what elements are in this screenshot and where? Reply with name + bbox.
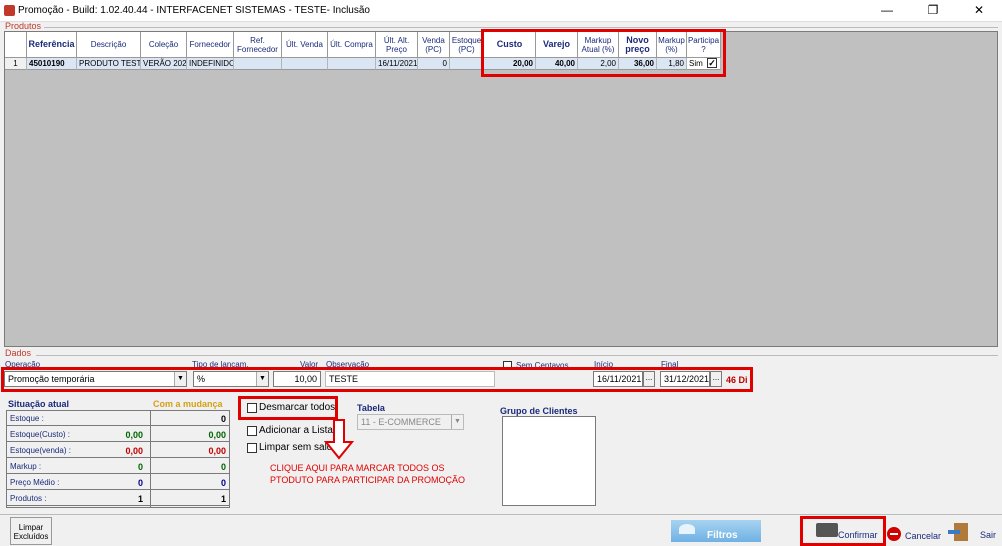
limpar-excluidos-button[interactable]: Limpar Excluídos [10, 517, 52, 545]
app-icon [4, 5, 15, 16]
produtos-group-line [44, 27, 998, 28]
situacao-mudanca-value: 1 [220, 494, 226, 504]
highlight-price-columns [481, 29, 726, 77]
header-rownum [5, 32, 27, 58]
minimize-button[interactable]: — [864, 0, 910, 22]
situacao-row: Markup : 0 0 [7, 459, 229, 474]
adicionar-lista-checkbox[interactable] [247, 426, 257, 436]
situacao-row-label: Preço Médio : [10, 478, 60, 487]
situacao-row-label: Produtos : [10, 494, 47, 503]
sair-button[interactable]: Sair [946, 521, 1002, 542]
chevron-down-icon[interactable]: ▼ [451, 415, 463, 429]
situacao-row-label: Markup : [10, 462, 42, 471]
header-colecao[interactable]: Coleção [141, 32, 187, 58]
situacao-mudanca-value: 0 [220, 478, 226, 488]
situacao-row: Preço Médio : 0 0 [7, 475, 229, 490]
header-ult-compra[interactable]: Últ. Compra [328, 32, 376, 58]
situacao-row: Estoque : 0 [7, 411, 229, 426]
header-ult-alt-preco[interactable]: Últ. Alt. Preço [376, 32, 418, 58]
highlight-dados-row [1, 367, 753, 392]
cancelar-button[interactable]: Cancelar [885, 523, 945, 542]
situacao-mudanca-value: 0,00 [208, 430, 226, 440]
highlight-desmarcar [238, 396, 338, 420]
cell-fornecedor[interactable]: INDEFINIDO [187, 58, 234, 70]
title-bar: Promoção - Build: 1.02.40.44 - INTERFACE… [0, 0, 1002, 22]
maximize-button[interactable]: ❐ [910, 0, 956, 22]
dados-group-label: Dados [5, 348, 32, 358]
situacao-atual-value: 0 [137, 478, 143, 488]
cell-ref-fornecedor[interactable] [234, 58, 282, 70]
header-fornecedor[interactable]: Fornecedor [187, 32, 234, 58]
cell-referencia[interactable]: 45010190 [27, 58, 77, 70]
annotation-arrow-icon [324, 419, 354, 460]
cell-descricao[interactable]: PRODUTO TESTE [77, 58, 141, 70]
situacao-row: Produtos : 1 1 [7, 491, 229, 506]
header-ult-venda[interactable]: Últ. Venda [282, 32, 328, 58]
situacao-panel: Estoque :0 Estoque(Custo) :0,00 0,00 Estoqu… [6, 410, 230, 508]
grupo-clientes-label: Grupo de Clientes [500, 406, 578, 416]
window-title: Promoção - Build: 1.02.40.44 - INTERFACE… [18, 5, 370, 16]
situacao-row: Estoque(venda) : 0,00 0,00 [7, 443, 229, 458]
sair-label: Sair [980, 530, 997, 540]
com-mudanca-label: Com a mudança [153, 399, 223, 409]
cell-venda-pc[interactable]: 0 [418, 58, 450, 70]
tabela-value: 11 - E-COMMERCE [361, 417, 441, 427]
situacao-atual-label: Situação atual [8, 399, 70, 409]
cell-colecao[interactable]: VERÃO 2021|C [141, 58, 187, 70]
cell-estoque-pc[interactable] [450, 58, 484, 70]
situacao-atual-value: 0,00 [125, 446, 143, 456]
header-venda-pc[interactable]: Venda (PC) [418, 32, 450, 58]
situacao-atual-value: 1 [137, 494, 143, 504]
filtros-label: Filtros [707, 530, 738, 541]
limpar-sem-saldo-checkbox[interactable] [247, 443, 257, 453]
cell-ult-venda[interactable] [282, 58, 328, 70]
situacao-mudanca-value: 0 [220, 462, 226, 472]
situacao-row: Estoque(Custo) : 0,00 0,00 [7, 427, 229, 442]
dados-group-line [36, 355, 998, 356]
cancelar-label: Cancelar [905, 531, 942, 541]
situacao-row-label: Estoque : [10, 414, 44, 423]
header-referencia[interactable]: Referência [27, 32, 77, 58]
situacao-mudanca-value: 0 [220, 414, 226, 424]
situacao-row-label: Estoque(venda) : [10, 446, 71, 455]
exit-arrow-icon [948, 530, 960, 534]
close-button[interactable]: ✕ [956, 0, 1002, 22]
situacao-row-label: Estoque(Custo) : [10, 430, 71, 439]
grupo-clientes-list[interactable] [502, 416, 596, 506]
adicionar-lista-label[interactable]: Adicionar a Lista [259, 425, 333, 436]
products-grid[interactable]: Referência Descrição Coleção Fornecedor … [4, 31, 998, 347]
cancel-icon-bar [890, 533, 898, 535]
tabela-select[interactable]: 11 - E-COMMERCE ▼ [357, 414, 464, 430]
situacao-atual-value: 0,00 [125, 430, 143, 440]
footer-line [0, 514, 1002, 515]
header-ref-fornecedor[interactable]: Ref. Fornecedor [234, 32, 282, 58]
situacao-mudanca-value: 0,00 [208, 446, 226, 456]
row-number: 1 [5, 58, 27, 70]
filtros-button[interactable]: Filtros [671, 520, 761, 542]
header-estoque-pc[interactable]: Estoque (PC) [450, 32, 484, 58]
header-descricao[interactable]: Descrição [77, 32, 141, 58]
situacao-atual-value: 0 [137, 462, 143, 472]
cell-ult-alt-preco[interactable]: 16/11/2021 [376, 58, 418, 70]
annotation-text: CLIQUE AQUI PARA MARCAR TODOS OS PTODUTO… [270, 463, 466, 485]
filter-icon [679, 524, 695, 534]
cell-ult-compra[interactable] [328, 58, 376, 70]
produtos-group-label: Produtos [5, 21, 42, 31]
tabela-label: Tabela [357, 403, 385, 413]
